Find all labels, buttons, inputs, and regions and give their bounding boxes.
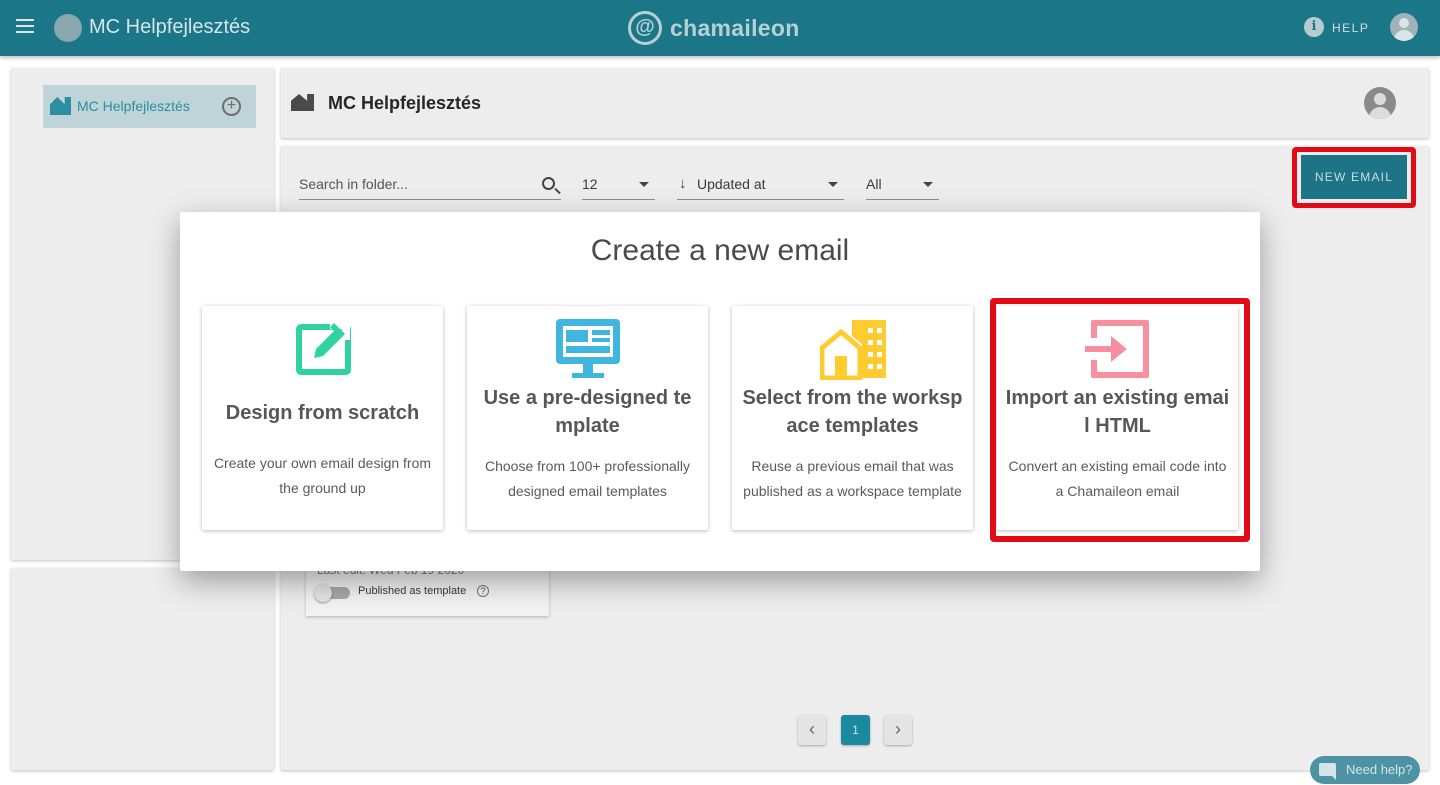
page-size-value: 12: [582, 176, 598, 192]
filter-select[interactable]: All: [866, 170, 939, 200]
brand-logo: @ chamaileon: [628, 10, 800, 46]
create-email-dialog: Create a new email Design from scratch C…: [180, 212, 1260, 571]
menu-icon[interactable]: [16, 19, 34, 33]
chat-icon: [1319, 763, 1336, 780]
monitor-template-icon: [556, 319, 620, 378]
workspace-logo[interactable]: [54, 14, 82, 42]
search-input[interactable]: Search in folder...: [299, 170, 561, 200]
search-placeholder: Search in folder...: [299, 176, 408, 192]
option-pre-designed-template[interactable]: Use a pre-designed template Choose from …: [467, 306, 708, 530]
chevron-down-icon: [923, 182, 933, 187]
sidebar-bottom-panel: [11, 568, 274, 770]
pagination-next-button[interactable]: ›: [884, 715, 912, 745]
sort-arrow-icon[interactable]: ↓: [679, 175, 687, 192]
option-workspace-templates[interactable]: Select from the workspace templates Reus…: [732, 306, 973, 530]
workspace-name[interactable]: MC Helpfejlesztés: [89, 16, 250, 39]
edit-square-icon: [296, 321, 351, 375]
chevron-down-icon: [828, 182, 838, 187]
option-title: Select from the workspace templates: [742, 387, 963, 437]
option-description: Create your own email design from the gr…: [213, 455, 432, 496]
sidebar-item-workspace[interactable]: MC Helpfejlesztés +: [43, 85, 256, 128]
brand-name: chamaileon: [670, 14, 800, 41]
page-title: MC Helpfejlesztés: [328, 93, 482, 113]
publish-template-toggle[interactable]: [314, 584, 350, 602]
option-title: Design from scratch: [225, 402, 420, 424]
pagination-page-1[interactable]: 1: [841, 715, 870, 745]
folder-owner-avatar[interactable]: [1364, 87, 1396, 119]
sidebar-item-label: MC Helpfejlesztés: [77, 98, 190, 114]
user-avatar[interactable]: [1390, 13, 1418, 41]
dialog-title: Create a new email: [590, 234, 850, 267]
page-size-select[interactable]: 12: [582, 170, 655, 200]
option-description: Choose from 100+ professionally designed…: [484, 458, 691, 499]
sort-value: Updated at: [697, 176, 766, 192]
brand-at-icon: @: [628, 11, 662, 45]
sort-select[interactable]: ↓ Updated at: [677, 170, 844, 200]
search-icon[interactable]: [542, 177, 555, 190]
import-option-highlight: [990, 298, 1250, 542]
new-email-button[interactable]: NEW EMAIL: [1301, 155, 1407, 199]
add-folder-icon[interactable]: +: [222, 97, 241, 116]
option-design-from-scratch[interactable]: Design from scratch Create your own emai…: [202, 306, 443, 530]
option-description: Reuse a previous email that was publishe…: [743, 458, 962, 499]
help-circle-icon[interactable]: ?: [477, 585, 489, 597]
publish-template-label: Published as template: [358, 585, 467, 597]
workspace-building-icon: [820, 320, 886, 380]
pagination-prev-button[interactable]: ‹: [798, 715, 826, 745]
need-help-label: Need help?: [1346, 762, 1413, 777]
need-help-button[interactable]: Need help?: [1310, 756, 1420, 784]
filter-value: All: [866, 176, 882, 192]
option-title: Use a pre-designed template: [483, 387, 692, 437]
top-bar: MC Helpfejlesztés @ chamaileon i HELP: [0, 0, 1440, 56]
help-button[interactable]: HELP: [1332, 21, 1369, 35]
workspace-building-icon: [50, 97, 71, 115]
chevron-down-icon: [639, 182, 649, 187]
info-icon[interactable]: i: [1304, 17, 1324, 37]
